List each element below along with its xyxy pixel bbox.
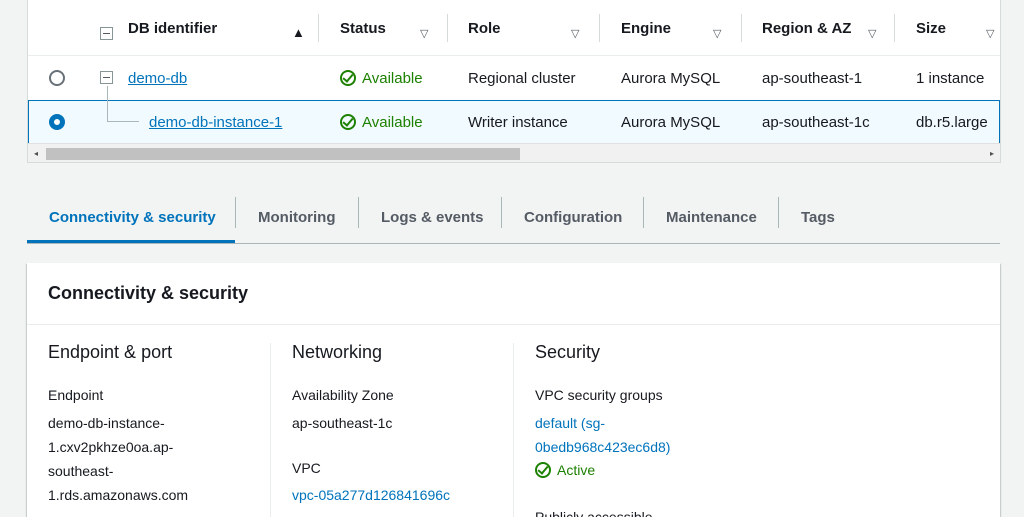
collapse-all-icon[interactable] [100,27,113,40]
status-text: Available [362,69,423,87]
tab-tags[interactable]: Tags [801,190,835,244]
engine-cell: Aurora MySQL [621,69,721,87]
tab-configuration[interactable]: Configuration [524,190,622,244]
scroll-left-arrow-icon[interactable]: ◂ [28,144,44,162]
check-circle-icon [340,70,356,86]
column-header-role[interactable]: Role ▽ [468,0,598,56]
status-text: Active [557,462,596,478]
panel-title: Connectivity & security [48,283,249,303]
role-cell: Writer instance [468,113,568,131]
column-header-engine[interactable]: Engine ▽ [621,0,741,56]
table-header: DB identifier ▲ Status ▽ Role ▽ Engine ▽… [28,0,1000,56]
column-label: Status [340,19,386,37]
db-instances-table: DB identifier ▲ Status ▽ Role ▽ Engine ▽… [27,0,1001,163]
endpoint-line: southeast- [48,463,114,479]
tab-monitoring[interactable]: Monitoring [258,190,335,244]
vpc-security-groups-label: VPC security groups [535,387,663,403]
column-header-status[interactable]: Status ▽ [340,0,448,56]
tab-logs-events[interactable]: Logs & events [381,190,484,244]
column-divider [513,343,514,517]
endpoint-line: 1.cxv2pkhze0oa.ap- [48,439,174,455]
size-cell: 1 instance [916,69,985,87]
tab-maintenance[interactable]: Maintenance [666,190,757,244]
status-badge: Available [340,56,423,100]
tab-divider [358,197,359,228]
vpc-link[interactable]: vpc-05a277d126841696c [292,483,450,507]
tab-divider [778,197,779,228]
section-heading: Endpoint & port [48,342,173,362]
vpc-label: VPC [292,460,321,476]
table-row[interactable]: demo-db Available Regional cluster Auror… [28,56,1000,100]
availability-zone-value: ap-southeast-1c [292,415,393,431]
sort-icon[interactable]: ▽ [986,27,994,40]
tab-divider [501,197,502,228]
security-section: Security VPC security groups default (sg… [535,325,775,517]
detail-tabs: Connectivity & security Monitoring Logs … [27,190,1000,244]
size-cell: db.r5.large [916,113,988,131]
region-cell: ap-southeast-1 [762,69,863,87]
tree-connector [107,86,108,121]
panel-header: Connectivity & security [27,263,1000,325]
endpoint-value: demo-db-instance- 1.cxv2pkhze0oa.ap- sou… [48,411,188,507]
tab-connectivity-security[interactable]: Connectivity & security [49,190,216,244]
check-circle-icon [340,114,356,130]
section-heading: Security [535,342,601,362]
column-label: Role [468,19,501,37]
status-text: Available [362,113,423,131]
column-header-size[interactable]: Size ▽ [916,0,1000,56]
check-circle-icon [535,462,551,478]
column-header-region-az[interactable]: Region & AZ ▽ [762,0,892,56]
sort-icon[interactable]: ▽ [420,27,428,40]
column-label: Engine [621,19,672,37]
endpoint-label: Endpoint [48,387,104,403]
security-group-status: Active [535,462,595,478]
networking-section: Networking Availability Zone ap-southeas… [292,325,512,517]
db-identifier-link[interactable]: demo-db [128,70,187,87]
column-separator[interactable] [599,14,600,42]
column-label: DB identifier [128,19,218,37]
column-separator[interactable] [741,14,742,42]
connectivity-security-panel: Connectivity & security Endpoint & port … [27,263,1000,517]
column-divider [270,343,271,517]
column-separator[interactable] [447,14,448,42]
sort-icon[interactable]: ▽ [713,27,721,40]
role-cell: Regional cluster [468,69,576,87]
column-label: Size [916,19,947,37]
column-separator[interactable] [318,14,319,42]
sort-ascending-icon[interactable]: ▲ [292,25,305,40]
active-tab-indicator [27,240,235,243]
collapse-row-icon[interactable] [100,71,113,84]
endpoint-port-section: Endpoint & port Endpoint demo-db-instanc… [48,325,268,517]
db-identifier-link[interactable]: demo-db-instance-1 [149,114,282,131]
scroll-right-arrow-icon[interactable]: ▸ [984,144,1000,162]
region-cell: ap-southeast-1c [762,113,870,131]
sort-icon[interactable]: ▽ [868,27,876,40]
tab-divider [643,197,644,228]
column-header-db-identifier[interactable]: DB identifier ▲ [128,0,318,56]
row-select-radio[interactable] [49,70,65,86]
endpoint-line: demo-db-instance- [48,415,165,431]
row-select-radio-checked[interactable] [49,114,65,130]
engine-cell: Aurora MySQL [621,113,721,131]
table-row-selected[interactable]: demo-db-instance-1 Available Writer inst… [28,86,1000,144]
scrollbar-thumb[interactable] [46,148,520,160]
tree-connector [107,121,139,122]
publicly-accessible-label: Publicly accessible [535,509,653,517]
column-separator[interactable] [894,14,895,42]
availability-zone-label: Availability Zone [292,387,394,403]
security-group-line: default (sg- [535,415,606,431]
sort-icon[interactable]: ▽ [571,27,579,40]
section-heading: Networking [292,342,383,362]
horizontal-scrollbar[interactable]: ◂ ▸ [28,143,1000,162]
security-group-line: 0bedb968c423ec6d8) [535,439,671,455]
endpoint-line: 1.rds.amazonaws.com [48,487,189,503]
column-label: Region & AZ [762,19,852,37]
tab-divider [235,197,236,228]
security-group-link[interactable]: default (sg- 0bedb968c423ec6d8) [535,411,670,459]
status-badge: Available [340,100,423,144]
